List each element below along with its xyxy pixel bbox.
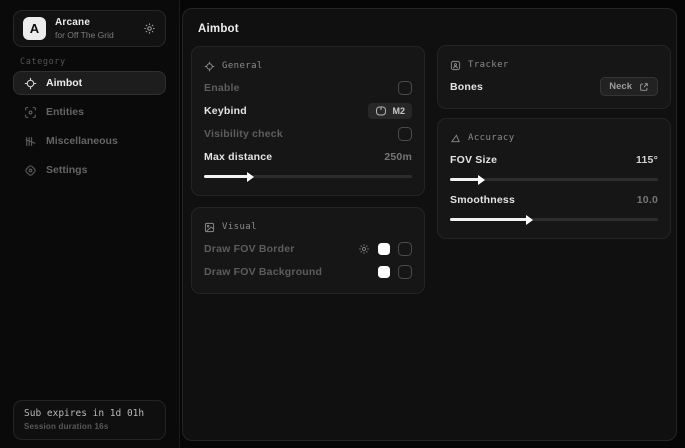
bones-label: Bones: [450, 81, 483, 93]
visual-panel: Visual Draw FOV Border Draw FOV Back: [191, 207, 425, 294]
panel-title: General: [222, 61, 263, 71]
sidebar-item-label: Aimbot: [46, 77, 82, 89]
draw-fov-background-row: Draw FOV Background: [204, 260, 412, 283]
expand-icon: [639, 82, 649, 92]
sidebar-item-aimbot[interactable]: Aimbot: [13, 71, 166, 95]
right-column: Tracker Bones Neck: [437, 45, 671, 239]
sidebar-nav: Aimbot Entities Miscellaneous: [13, 71, 166, 182]
draw-fov-border-row: Draw FOV Border: [204, 237, 412, 260]
max-distance-value: 250m: [384, 151, 412, 163]
scan-eye-icon: [24, 106, 37, 119]
max-distance-row: Max distance 250m: [204, 145, 412, 168]
fov-size-row: FOV Size 115°: [450, 148, 658, 171]
category-label: Category: [20, 57, 66, 67]
fov-background-color-swatch[interactable]: [378, 266, 390, 278]
keybind-badge[interactable]: M2: [368, 103, 412, 119]
enable-row: Enable: [204, 76, 412, 99]
keybind-label: Keybind: [204, 105, 247, 117]
slider-fill: [450, 218, 527, 221]
draw-fov-border-controls: [358, 242, 412, 256]
fov-size-label: FOV Size: [450, 154, 497, 166]
sidebar: A Arcane for Off The Grid Category Aimbo…: [0, 0, 180, 448]
app-logo-card: A Arcane for Off The Grid: [13, 10, 166, 47]
panel-title: Tracker: [468, 60, 509, 70]
smoothness-row: Smoothness 10.0: [450, 188, 658, 211]
sidebar-item-label: Miscellaneous: [46, 135, 118, 147]
sidebar-item-miscellaneous[interactable]: Miscellaneous: [13, 129, 166, 153]
panel-title: Accuracy: [468, 133, 515, 143]
enable-checkbox[interactable]: [398, 81, 412, 95]
visibility-check-row: Visibility check: [204, 122, 412, 145]
angle-triangle-icon: [450, 133, 461, 144]
tracker-panel-header: Tracker: [450, 55, 658, 75]
page-title: Aimbot: [198, 23, 239, 35]
sidebar-item-entities[interactable]: Entities: [13, 100, 166, 124]
session-duration-text: Session duration 16s: [24, 422, 155, 431]
keybind-value: M2: [392, 106, 405, 116]
fov-size-value: 115°: [636, 154, 658, 166]
visual-panel-header: Visual: [204, 217, 412, 237]
app-titles: Arcane for Off The Grid: [55, 17, 114, 40]
app-subtitle: for Off The Grid: [55, 30, 114, 40]
image-icon: [204, 222, 215, 233]
smoothness-slider[interactable]: [450, 218, 658, 221]
sidebar-item-label: Settings: [46, 164, 87, 176]
smoothness-value: 10.0: [637, 194, 658, 206]
draw-fov-border-label: Draw FOV Border: [204, 243, 295, 255]
app-logo: A: [23, 17, 46, 40]
enable-label: Enable: [204, 82, 240, 94]
main-panel: Aimbot General Enable Keybind: [182, 8, 677, 441]
crosshair-icon: [204, 61, 215, 72]
bones-value: Neck: [609, 81, 632, 92]
draw-fov-background-controls: [378, 265, 412, 279]
general-panel-header: General: [204, 56, 412, 76]
gear-icon[interactable]: [143, 22, 156, 35]
fov-border-color-swatch[interactable]: [378, 243, 390, 255]
subscription-card: Sub expires in 1d 01h Session duration 1…: [13, 400, 166, 440]
fov-size-slider[interactable]: [450, 178, 658, 181]
sidebar-item-settings[interactable]: Settings: [13, 158, 166, 182]
crosshair-icon: [24, 77, 37, 90]
mouse-icon: [375, 106, 387, 116]
left-column: General Enable Keybind M2 Visib: [191, 46, 425, 294]
settings-icon: [24, 164, 37, 177]
bones-row: Bones Neck: [450, 75, 658, 98]
bones-select[interactable]: Neck: [600, 77, 658, 96]
draw-fov-background-label: Draw FOV Background: [204, 266, 322, 278]
draw-fov-border-checkbox[interactable]: [398, 242, 412, 256]
sub-expiry-text: Sub expires in 1d 01h: [24, 408, 155, 419]
panel-title: Visual: [222, 222, 257, 232]
person-target-icon: [450, 60, 461, 71]
general-panel: General Enable Keybind M2 Visib: [191, 46, 425, 196]
sidebar-item-label: Entities: [46, 106, 84, 118]
visibility-check-checkbox[interactable]: [398, 127, 412, 141]
gear-icon[interactable]: [358, 243, 370, 255]
max-distance-slider[interactable]: [204, 175, 412, 178]
tracker-panel: Tracker Bones Neck: [437, 45, 671, 109]
slider-fill: [450, 178, 479, 181]
draw-fov-background-checkbox[interactable]: [398, 265, 412, 279]
slider-fill: [204, 175, 248, 178]
keybind-row: Keybind M2: [204, 99, 412, 122]
app-name: Arcane: [55, 17, 114, 28]
accuracy-panel-header: Accuracy: [450, 128, 658, 148]
max-distance-label: Max distance: [204, 151, 272, 163]
smoothness-label: Smoothness: [450, 194, 515, 206]
tally-grid-icon: [24, 135, 37, 148]
visibility-check-label: Visibility check: [204, 128, 283, 140]
accuracy-panel: Accuracy FOV Size 115° Smoothness 10.0: [437, 118, 671, 239]
